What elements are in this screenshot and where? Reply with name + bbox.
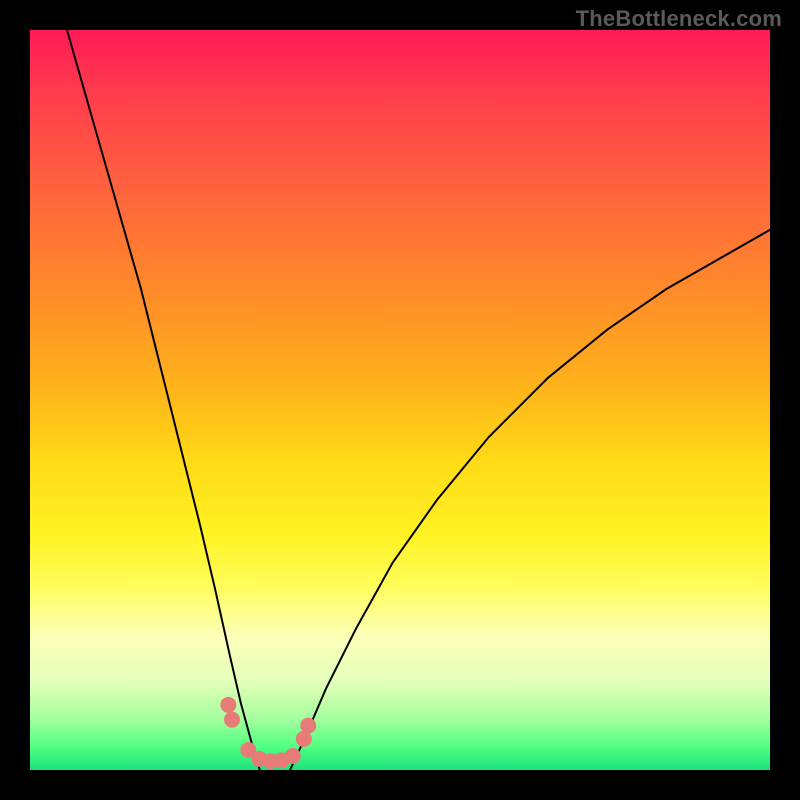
curve-marker [224,712,240,728]
chart-plot-area [30,30,770,770]
curve-marker [300,718,316,734]
watermark-text: TheBottleneck.com [576,6,782,32]
curve-left-branch [67,30,260,770]
curve-markers [220,697,316,769]
chart-svg [30,30,770,770]
curve-right-branch [290,230,770,770]
curve-marker [220,697,236,713]
curve-marker [285,748,301,764]
